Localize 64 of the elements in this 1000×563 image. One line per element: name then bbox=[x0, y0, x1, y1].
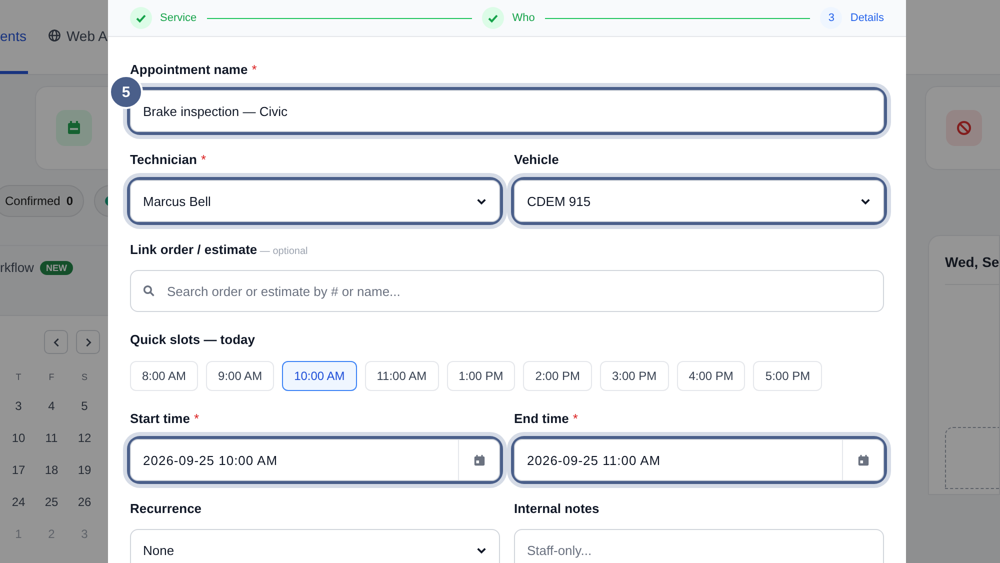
select-field[interactable]: None bbox=[130, 529, 500, 563]
time-slot[interactable]: 3:00 PM bbox=[600, 361, 669, 391]
field-label: Vehicle bbox=[514, 152, 560, 167]
search-icon bbox=[143, 285, 155, 297]
workflow-label[interactable]: rkflow bbox=[0, 260, 34, 275]
tab[interactable]: Web A bbox=[46, 0, 108, 74]
new-badge: NEW bbox=[40, 260, 73, 274]
no-entry-icon bbox=[956, 120, 972, 136]
time-slot[interactable]: 1:00 PM bbox=[446, 361, 516, 391]
calendar-day[interactable]: 25 bbox=[35, 486, 68, 518]
time-slot[interactable]: 8:00 AM bbox=[130, 361, 198, 391]
time-slot[interactable]: 2:00 PM bbox=[523, 361, 592, 391]
input-field[interactable]: Brake inspection — Civic bbox=[130, 90, 884, 132]
step-number: 3 bbox=[820, 7, 842, 29]
time-slot[interactable]: 4:00 PM bbox=[676, 361, 746, 391]
calendar-day[interactable]: 3 bbox=[2, 390, 35, 422]
field-label: Internal notes bbox=[514, 501, 600, 516]
datetime-field[interactable]: 2026-09-25 10:00 AM bbox=[130, 439, 500, 481]
calendar-icon bbox=[66, 120, 82, 136]
field-label: Start time * bbox=[130, 411, 200, 426]
step-label: Service bbox=[160, 12, 197, 24]
day-heading: Wed, Se bbox=[945, 254, 999, 285]
field-label: Recurrence bbox=[130, 501, 203, 516]
next-button[interactable] bbox=[76, 330, 100, 354]
field-label: Technician * bbox=[130, 152, 208, 167]
globe-icon bbox=[48, 29, 62, 42]
calendar-icon[interactable] bbox=[472, 454, 486, 466]
select-field[interactable]: Marcus Bell bbox=[130, 180, 500, 222]
chip-label: Confirmed bbox=[5, 194, 60, 208]
time-slot[interactable]: 5:00 PM bbox=[753, 361, 822, 391]
empty-slot bbox=[945, 427, 999, 489]
field-label: End time * bbox=[514, 411, 579, 426]
calendar-day[interactable]: 17 bbox=[2, 454, 35, 486]
filter-chip[interactable]: Confirmed 0 bbox=[0, 185, 84, 217]
time-slot[interactable]: 9:00 AM bbox=[206, 361, 274, 391]
chip-count: 0 bbox=[66, 194, 74, 208]
field-label: Appointment name * bbox=[130, 62, 258, 77]
calendar-day[interactable]: 26 bbox=[68, 486, 101, 518]
select-field[interactable]: CDEM 915 bbox=[514, 180, 884, 222]
previous-button[interactable] bbox=[44, 330, 68, 354]
weekday-label: T bbox=[14, 371, 22, 384]
calendar-day[interactable]: 10 bbox=[2, 422, 35, 454]
calendar-day[interactable]: 12 bbox=[68, 422, 101, 454]
calendar-day[interactable]: 19 bbox=[68, 454, 101, 486]
chevron-right-icon bbox=[84, 338, 92, 346]
calendar-day[interactable]: 5 bbox=[68, 390, 101, 422]
search-field[interactable]: Search order or estimate by # or name... bbox=[130, 270, 884, 312]
step-label: Who bbox=[512, 12, 535, 24]
calendar-day[interactable]: 4 bbox=[35, 390, 68, 422]
step-label: Details bbox=[850, 12, 884, 24]
tab[interactable]: ents bbox=[0, 0, 28, 74]
field-label: Link order / estimate — optional bbox=[130, 242, 309, 257]
weekday-label: F bbox=[48, 371, 56, 384]
time-slot[interactable]: 10:00 AM bbox=[282, 361, 357, 391]
calendar-day[interactable]: 24 bbox=[2, 486, 35, 518]
time-slot[interactable]: 11:00 AM bbox=[364, 361, 439, 391]
notes-field[interactable]: Staff-only... bbox=[514, 529, 884, 563]
field-label: Quick slots — today bbox=[130, 332, 256, 347]
calendar-day[interactable]: 11 bbox=[35, 422, 68, 454]
calendar-day[interactable]: 18 bbox=[35, 454, 68, 486]
chevron-left-icon bbox=[52, 338, 60, 346]
datetime-field[interactable]: 2026-09-25 11:00 AM bbox=[514, 439, 884, 481]
calendar-icon[interactable] bbox=[856, 454, 870, 466]
weekday-label: S bbox=[80, 371, 88, 384]
